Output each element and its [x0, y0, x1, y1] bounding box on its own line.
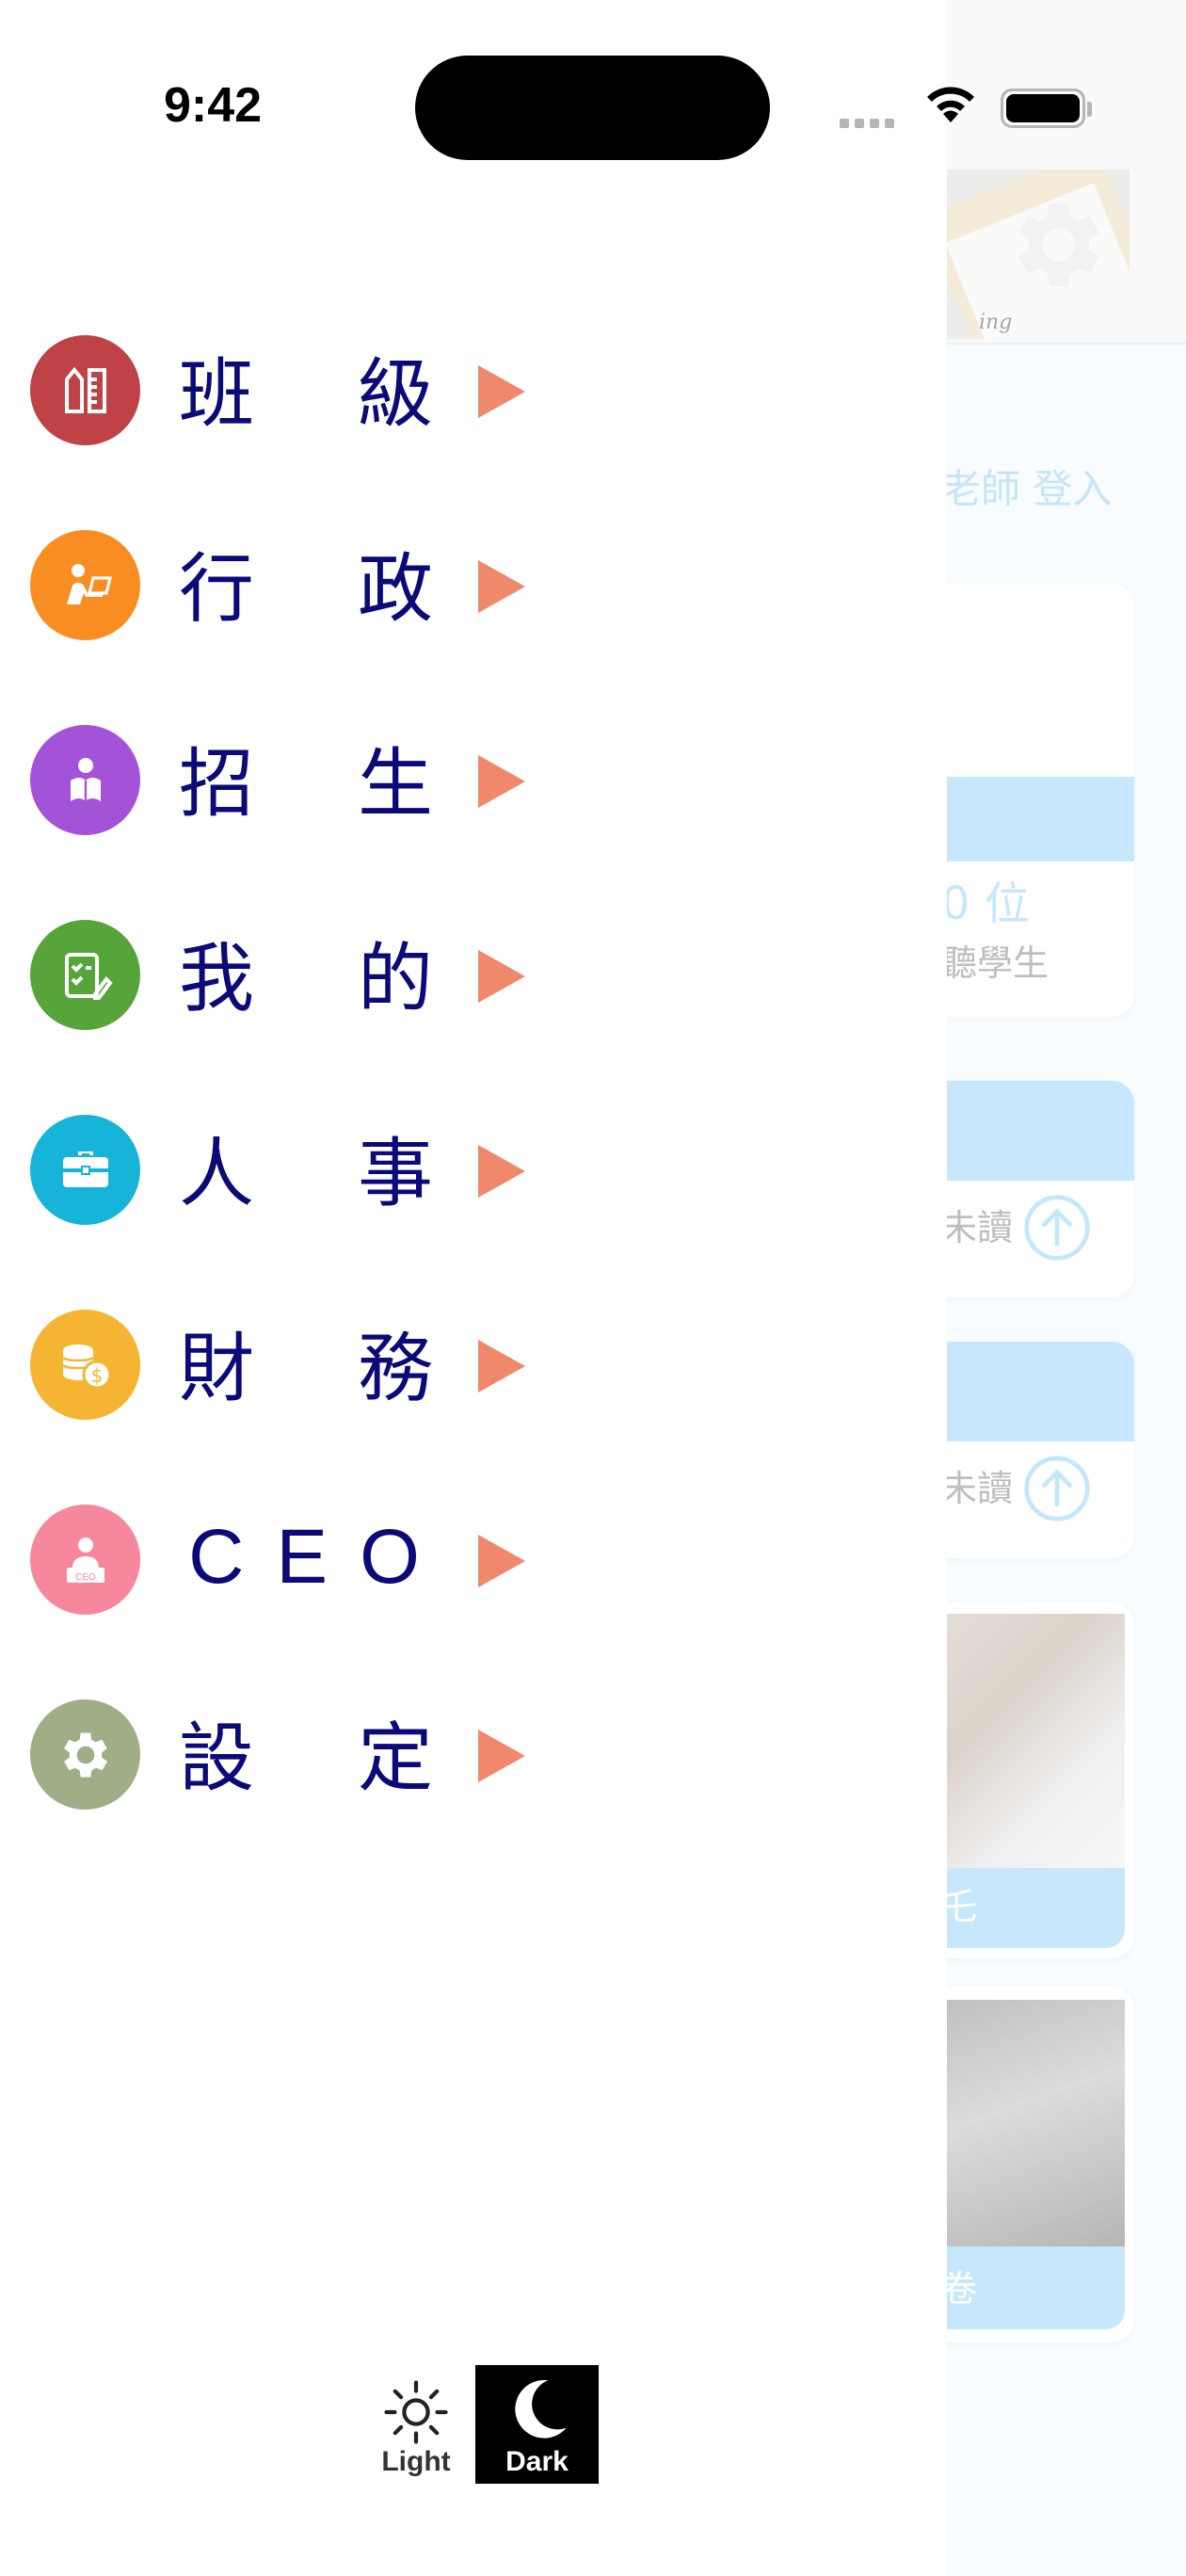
play-arrow-icon — [478, 560, 525, 613]
theme-light-label: Light — [381, 2446, 451, 2477]
checklist-pen-icon — [30, 920, 140, 1030]
svg-text:$: $ — [90, 1364, 103, 1387]
theme-dark-option[interactable]: Dark — [475, 2365, 599, 2484]
svg-text:CEO: CEO — [75, 1572, 96, 1583]
theme-switch[interactable]: Light Dark — [358, 2365, 602, 2487]
play-arrow-icon — [478, 1340, 525, 1393]
menu-item-mine[interactable]: 我的 — [0, 903, 565, 1044]
ruler-pencil-icon — [30, 335, 140, 445]
play-arrow-icon — [478, 1535, 525, 1587]
play-arrow-icon — [478, 950, 525, 1003]
menu-item-ceo[interactable]: CEO CEO — [0, 1488, 565, 1629]
play-arrow-icon — [478, 365, 525, 418]
wifi-icon — [927, 87, 974, 122]
menu-item-label: 設定 — [179, 1715, 433, 1802]
theme-light-option[interactable]: Light — [358, 2365, 474, 2484]
menu-item-class[interactable]: 班級 — [0, 318, 565, 459]
play-arrow-icon — [478, 1730, 525, 1782]
reading-student-icon — [30, 725, 140, 835]
theme-dark-label: Dark — [505, 2446, 569, 2477]
battery-icon — [1001, 89, 1092, 128]
menu-item-label: 招生 — [179, 740, 433, 828]
menu-item-label: 人事 — [179, 1130, 433, 1217]
menu-item-label: 行政 — [179, 545, 433, 633]
menu-item-label: CEO — [188, 1514, 452, 1600]
gear-icon — [30, 1699, 140, 1810]
cellular-signal-icon — [840, 114, 900, 132]
menu-item-hr[interactable]: 人事 — [0, 1098, 565, 1239]
dynamic-island — [415, 56, 770, 160]
play-arrow-icon — [478, 1145, 525, 1198]
briefcase-icon — [30, 1115, 140, 1225]
menu-item-label: 我的 — [179, 935, 433, 1022]
status-time: 9:42 — [164, 78, 263, 133]
play-arrow-icon — [478, 755, 525, 808]
teacher-desk-icon — [30, 530, 140, 640]
moon-icon — [514, 2379, 567, 2439]
menu-item-label: 班級 — [179, 350, 433, 438]
menu-item-admin[interactable]: 行政 — [0, 513, 565, 654]
menu-item-settings[interactable]: 設定 — [0, 1682, 565, 1824]
menu-item-admission[interactable]: 招生 — [0, 708, 565, 849]
sun-icon — [384, 2380, 448, 2444]
menu-item-finance[interactable]: $ 財務 — [0, 1293, 565, 1434]
coins-icon: $ — [30, 1310, 140, 1420]
ceo-person-icon: CEO — [30, 1505, 140, 1615]
menu-item-label: 財務 — [179, 1325, 433, 1412]
